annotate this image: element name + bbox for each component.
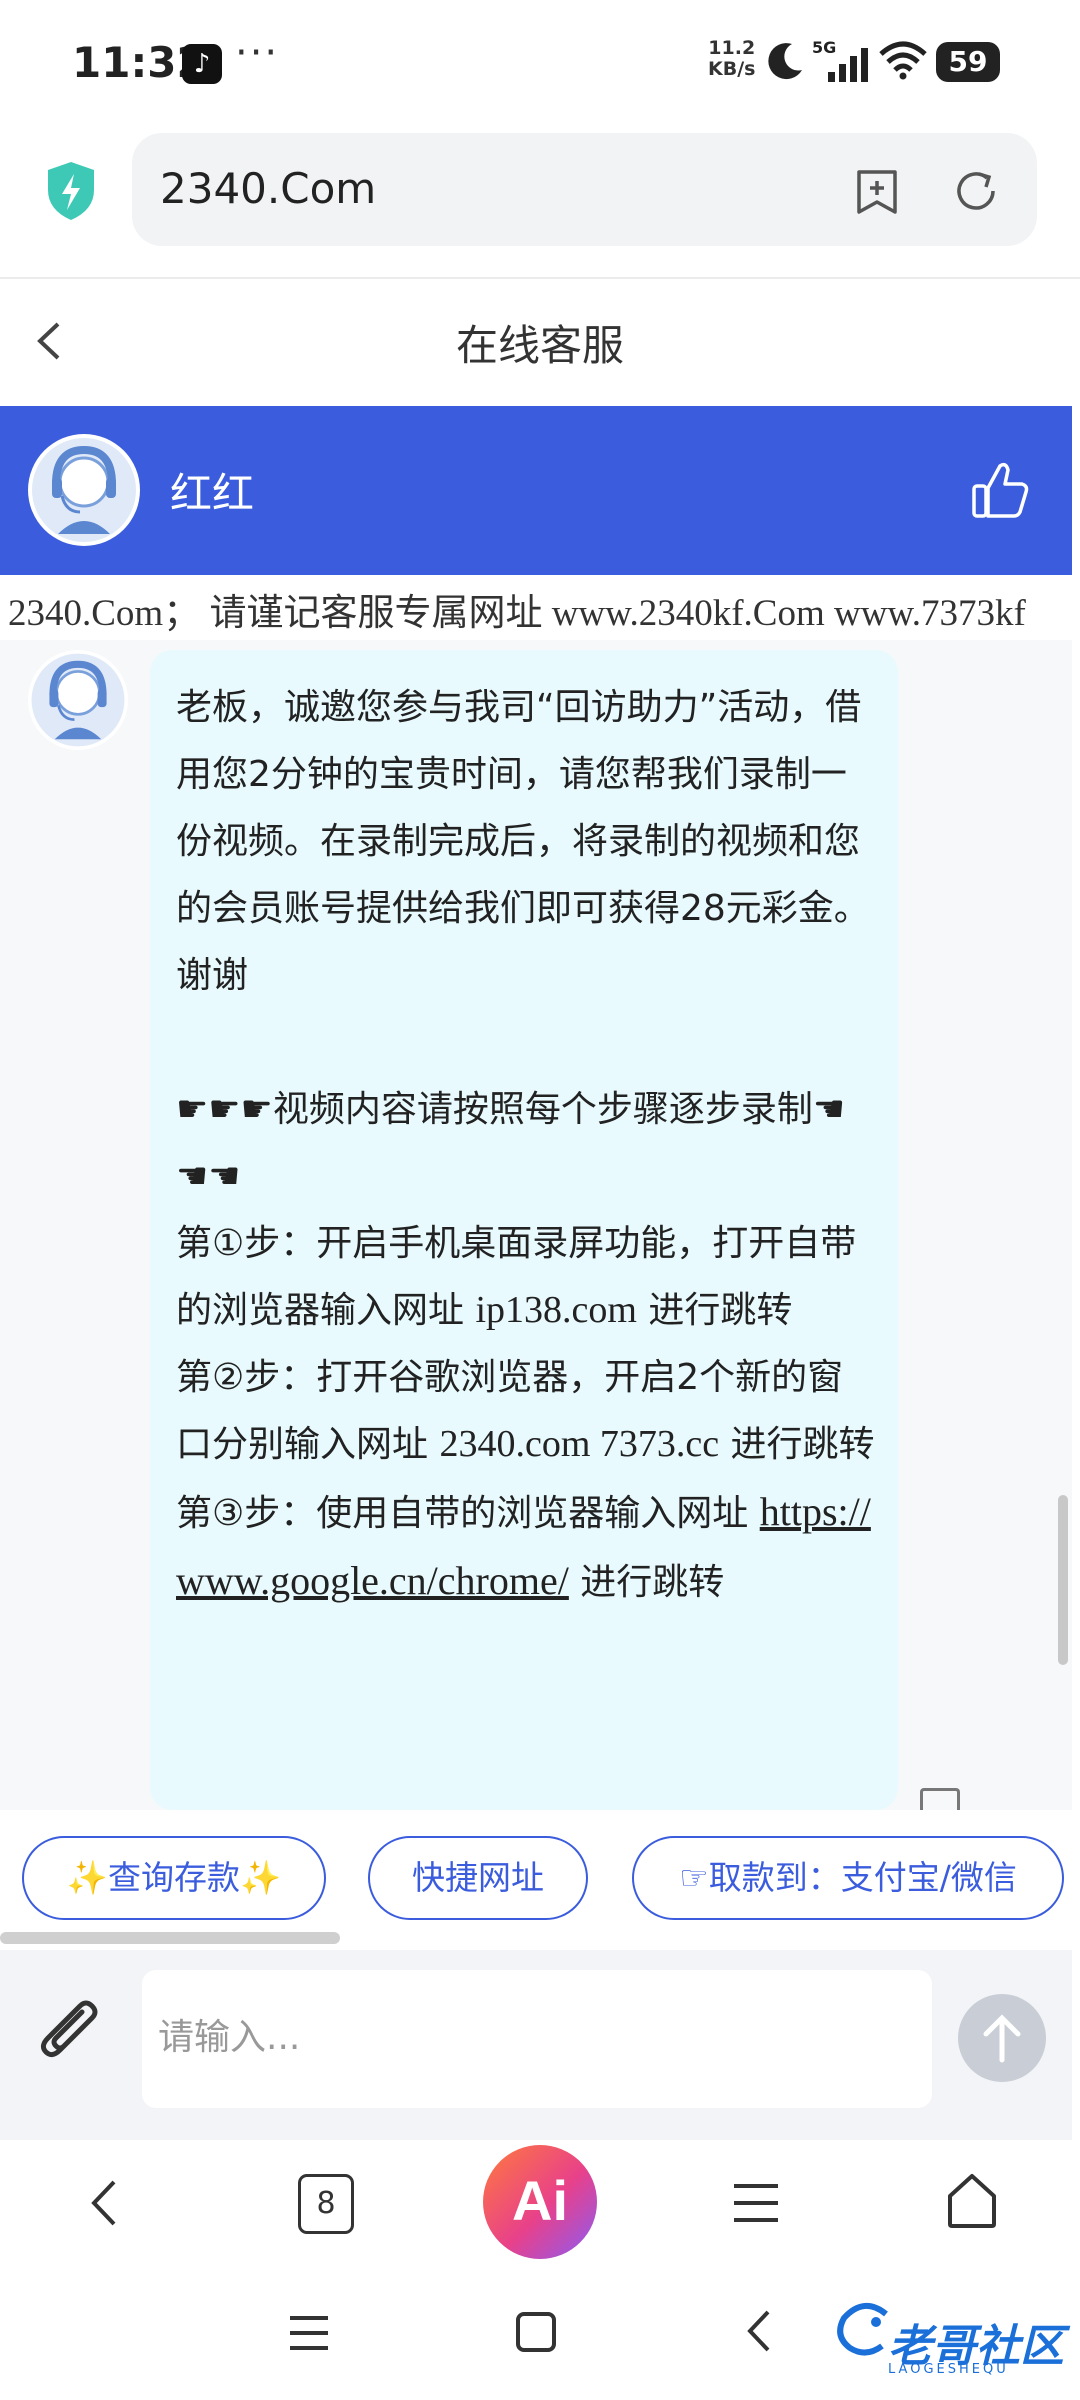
- arrow-up-icon: [983, 2014, 1021, 2063]
- shield-icon[interactable]: [44, 160, 98, 222]
- pointing-right-icon: ☛☛☛: [176, 1089, 273, 1130]
- message-input-placeholder[interactable]: 请输入...: [158, 2008, 300, 2060]
- quick-query-deposit-button[interactable]: ✨查询存款✨: [22, 1836, 326, 1920]
- signal-icon: 5G: [812, 38, 872, 84]
- quick-bar-scrollbar[interactable]: [0, 1932, 340, 1944]
- quick-links-button[interactable]: 快捷网址: [368, 1836, 588, 1920]
- add-bookmark-icon[interactable]: [855, 168, 899, 216]
- step-2-url: 2340.com 7373.cc: [439, 1423, 720, 1465]
- net-speed-unit: KB/s: [708, 58, 756, 80]
- thumbs-up-icon[interactable]: [970, 458, 1032, 522]
- page-title: 在线客服: [455, 321, 624, 370]
- wifi-icon: [879, 41, 927, 80]
- tiktok-icon: ♪: [182, 44, 222, 84]
- marquee-text: 2340.Com； 请谨记客服专属网址 www.2340kf.Com www.7…: [8, 593, 1026, 633]
- agent-avatar-small: [28, 650, 128, 750]
- system-home-icon[interactable]: [514, 2310, 558, 2354]
- more-notifications-icon: ···: [235, 30, 280, 76]
- refresh-icon[interactable]: [953, 168, 999, 214]
- agent-name: 红红: [170, 469, 255, 518]
- agent-avatar: [28, 434, 140, 546]
- step-2: 第②步：打开谷歌浏览器，开启2个新的窗口分别输入网址 2340.com 7373…: [176, 1357, 875, 1465]
- watermark-logo-icon: [837, 2303, 888, 2356]
- message-intro: 老板，诚邀您参与我司“回访助力”活动，借用您2分钟的宝贵时间，请您帮我们录制一份…: [176, 687, 870, 996]
- watermark-subtext: LAOGESHEQU: [888, 2362, 1009, 2377]
- step-1: 第①步：开启手机桌面录屏功能，打开自带的浏览器输入网址 ip138.com 进行…: [176, 1223, 857, 1331]
- steps-header: ☛☛☛视频内容请按照每个步骤逐步录制☚☚☚: [176, 1089, 846, 1197]
- status-bar: 11:32 ♪ ··· 11.2 KB/s 5G 59: [0, 0, 1080, 125]
- divider: [0, 277, 1080, 279]
- agent-header: [0, 406, 1072, 575]
- chat-scrollbar[interactable]: [1058, 1495, 1068, 1665]
- send-button[interactable]: [958, 1994, 1046, 2082]
- message-text: 老板，诚邀您参与我司“回访助力”活动，借用您2分钟的宝贵时间，请您帮我们录制一份…: [176, 674, 876, 1616]
- ai-assistant-button[interactable]: Ai: [483, 2145, 597, 2259]
- step-1-url: ip138.com: [475, 1289, 637, 1331]
- recents-icon[interactable]: [286, 2312, 332, 2354]
- url-text[interactable]: 2340.Com: [160, 164, 376, 213]
- net-speed: 11.2 KB/s: [708, 38, 755, 80]
- home-icon[interactable]: [944, 2172, 1000, 2230]
- tabs-button[interactable]: 8: [298, 2174, 354, 2234]
- browser-back-icon[interactable]: [86, 2178, 122, 2228]
- net-speed-value: 11.2: [708, 37, 756, 59]
- system-back-icon[interactable]: [742, 2306, 776, 2356]
- menu-icon[interactable]: [730, 2180, 782, 2226]
- quick-withdraw-button[interactable]: ☞取款到：支付宝/微信: [632, 1836, 1064, 1920]
- battery-icon: 59: [936, 42, 1000, 82]
- attachment-icon[interactable]: [34, 1996, 110, 2072]
- step-3: 第③步：使用自带的浏览器输入网址 https://www.google.cn/c…: [176, 1489, 871, 1603]
- notice-marquee: 2340.Com； 请谨记客服专属网址 www.2340kf.Com www.7…: [0, 578, 1072, 633]
- moon-icon: [768, 43, 802, 80]
